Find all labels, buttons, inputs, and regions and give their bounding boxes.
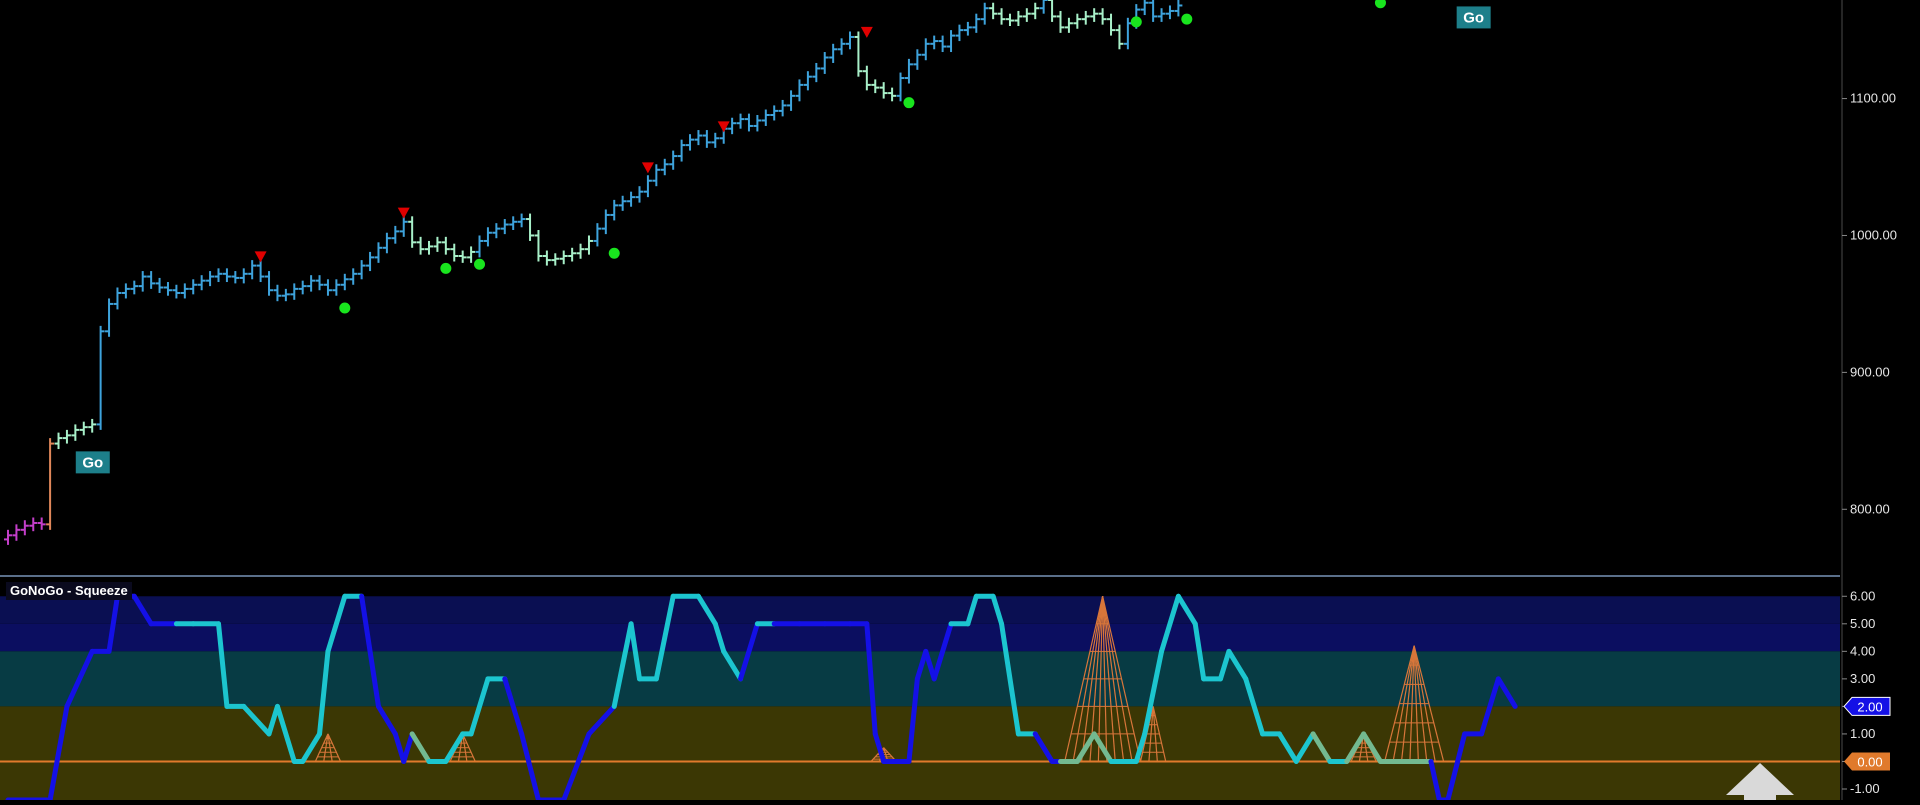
osc-axis-label: 4.00 xyxy=(1850,643,1875,658)
oscillator-band xyxy=(0,596,1840,624)
up-dot-marker xyxy=(1130,16,1142,28)
osc-axis-label: 3.00 xyxy=(1850,671,1875,686)
osc-axis-label: -1.00 xyxy=(1850,781,1880,796)
oscillator-band xyxy=(0,706,1840,800)
price-axis-label: 1000.00 xyxy=(1850,227,1897,242)
up-dot-marker xyxy=(903,97,915,109)
osc-axis-label: 6.00 xyxy=(1850,588,1875,603)
osc-axis-label: 1.00 xyxy=(1850,726,1875,741)
up-dot-marker xyxy=(474,258,486,270)
up-dot-marker xyxy=(339,302,351,314)
go-badge: Go xyxy=(1456,6,1491,29)
oscillator-band xyxy=(0,651,1840,707)
gonogo-chart: Go Go 800.00 900.00 1000.00 1100.00 6.00 5.00 4… xyxy=(0,0,1920,805)
current-value-label: 2.00 xyxy=(1857,699,1882,714)
chart-canvas: Go Go 800.00 900.00 1000.00 1100.00 6.00 5.00 4… xyxy=(0,0,1920,805)
price-axis-label: 900.00 xyxy=(1850,364,1890,379)
oscillator-panel xyxy=(0,575,1840,805)
price-axis-label: 800.00 xyxy=(1850,501,1890,516)
go-badge-label: Go xyxy=(82,454,103,471)
price-axis: 800.00 900.00 1000.00 1100.00 6.00 5.00 4.00 3.… xyxy=(1840,0,1920,800)
osc-axis-label: 5.00 xyxy=(1850,616,1875,631)
up-dot-marker xyxy=(608,247,620,259)
oscillator-title: GoNoGo - Squeeze xyxy=(6,582,132,600)
zero-value-label: 0.00 xyxy=(1857,754,1882,769)
up-dot-marker xyxy=(440,262,452,274)
zero-value-tag: 0.00 xyxy=(1844,752,1890,771)
current-value-tag: 2.00 xyxy=(1843,696,1891,716)
oscillator-band xyxy=(0,623,1840,652)
up-dot-marker xyxy=(1181,13,1193,25)
price-axis-label: 1100.00 xyxy=(1850,91,1896,106)
go-badge-label: Go xyxy=(1463,9,1484,26)
go-badge: Go xyxy=(75,451,110,474)
